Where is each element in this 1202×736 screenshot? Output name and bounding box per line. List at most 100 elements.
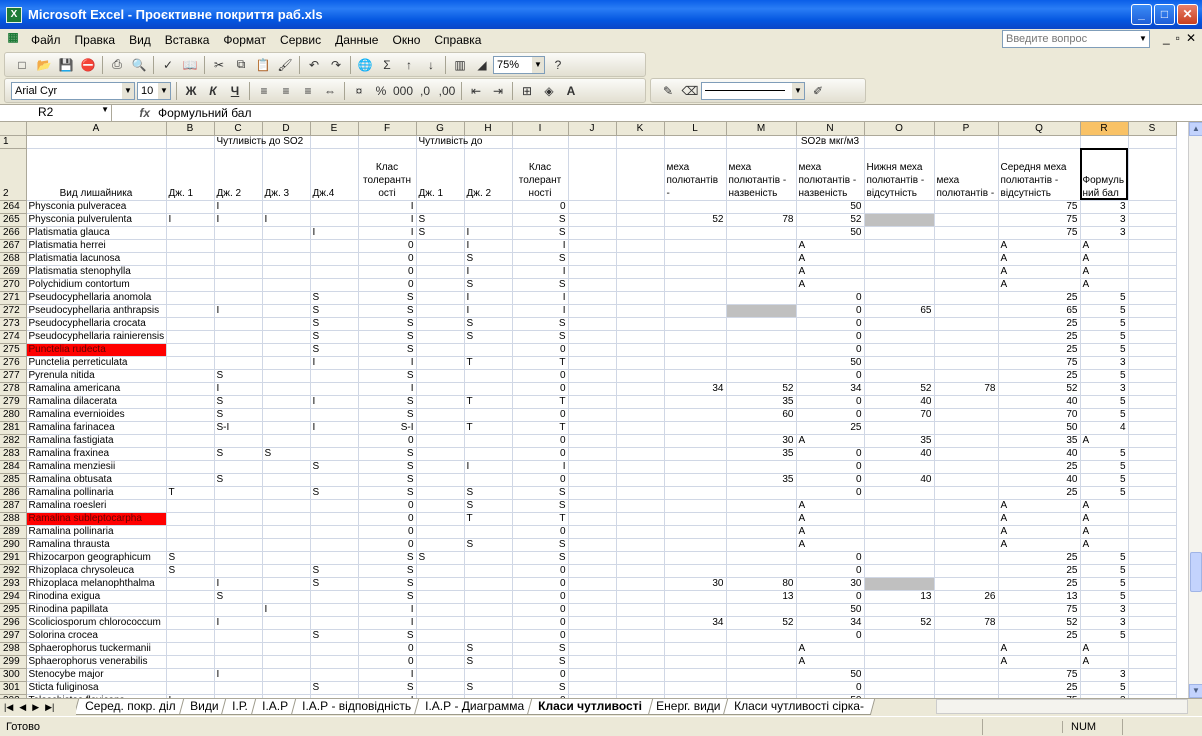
cell-F[interactable]: I — [358, 382, 417, 396]
cell-H[interactable]: T — [464, 512, 513, 526]
decrease-indent-icon[interactable]: ⇤ — [465, 81, 487, 101]
comma-style-icon[interactable]: 000 — [392, 81, 414, 101]
row-number[interactable]: 273 — [0, 317, 27, 331]
cell-Q[interactable]: 25 — [998, 330, 1081, 344]
cell-C[interactable]: I — [214, 382, 263, 396]
cell-L[interactable] — [664, 668, 727, 682]
cell-D[interactable] — [262, 434, 311, 448]
cell-D[interactable] — [262, 330, 311, 344]
cell-P[interactable] — [934, 460, 999, 474]
cell-O[interactable]: 65 — [864, 304, 935, 318]
cell-M[interactable] — [726, 681, 797, 695]
row-number[interactable]: 298 — [0, 642, 27, 656]
cell-C[interactable]: S — [214, 369, 263, 383]
cell-C[interactable]: I — [214, 213, 263, 227]
cell-L[interactable] — [664, 525, 727, 539]
cell-I[interactable]: S — [512, 486, 569, 500]
cell-D[interactable]: I — [262, 603, 311, 617]
cell-K[interactable] — [616, 317, 665, 331]
cell-H[interactable] — [464, 213, 513, 227]
cell-F[interactable]: S — [358, 343, 417, 357]
cell-I[interactable]: S — [512, 278, 569, 292]
cell-E[interactable] — [310, 473, 359, 487]
cell-C[interactable] — [214, 603, 263, 617]
cell-O[interactable] — [864, 278, 935, 292]
cell-A[interactable]: Rinodina papillata — [26, 603, 167, 617]
cell-F[interactable]: 0 — [358, 655, 417, 669]
cell-I[interactable]: 0 — [512, 369, 569, 383]
cell-K[interactable] — [616, 356, 665, 370]
borders-icon[interactable]: ⊞ — [516, 81, 538, 101]
row-number[interactable]: 288 — [0, 512, 27, 526]
cell-J[interactable] — [568, 668, 617, 682]
row-number[interactable]: 295 — [0, 603, 27, 617]
cell-J[interactable] — [568, 408, 617, 422]
row-number[interactable]: 292 — [0, 564, 27, 578]
cell-D[interactable] — [262, 252, 311, 266]
cell-L[interactable] — [664, 603, 727, 617]
cell-P[interactable] — [934, 226, 999, 240]
cell-H[interactable]: I — [464, 291, 513, 305]
row-number[interactable]: 282 — [0, 434, 27, 448]
cell-K[interactable] — [616, 421, 665, 435]
cell-N[interactable]: 0 — [796, 395, 865, 409]
cell-S[interactable] — [1128, 590, 1177, 604]
cell-J[interactable] — [568, 252, 617, 266]
cell-J[interactable] — [568, 278, 617, 292]
cell-R[interactable]: 3 — [1080, 200, 1129, 214]
cell-J[interactable] — [568, 434, 617, 448]
cell-C[interactable] — [214, 460, 263, 474]
cell-O[interactable]: 13 — [864, 590, 935, 604]
cell-B[interactable]: S — [166, 551, 215, 565]
row-number[interactable]: 294 — [0, 590, 27, 604]
cell-G[interactable]: S — [416, 226, 465, 240]
cell-O[interactable] — [864, 681, 935, 695]
cell-J[interactable] — [568, 304, 617, 318]
cell-R[interactable]: 5 — [1080, 590, 1129, 604]
cell-J[interactable] — [568, 200, 617, 214]
cell-I[interactable]: S — [512, 499, 569, 513]
cell-O[interactable] — [864, 564, 935, 578]
cell-D[interactable] — [262, 304, 311, 318]
cell-L[interactable] — [664, 291, 727, 305]
cell-K[interactable] — [616, 265, 665, 279]
cell-G[interactable]: S — [416, 213, 465, 227]
cell-M[interactable] — [726, 330, 797, 344]
cell-M[interactable] — [726, 291, 797, 305]
cell-O[interactable]: 70 — [864, 408, 935, 422]
cell-N[interactable]: A — [796, 538, 865, 552]
cell-N[interactable]: 0 — [796, 473, 865, 487]
column-header-L[interactable]: L — [664, 122, 727, 136]
cell-B[interactable] — [166, 265, 215, 279]
cell-G[interactable] — [416, 564, 465, 578]
cell-D[interactable] — [262, 616, 311, 630]
header-cell-B[interactable]: Дж. 1 — [166, 148, 215, 201]
cell-R[interactable]: A — [1080, 655, 1129, 669]
cell-P[interactable] — [934, 564, 999, 578]
cell-K[interactable] — [616, 434, 665, 448]
cell-O[interactable] — [864, 252, 935, 266]
cell-N[interactable]: A — [796, 265, 865, 279]
cell-S[interactable] — [1128, 564, 1177, 578]
cell-Q[interactable]: 70 — [998, 408, 1081, 422]
cell-I[interactable]: 0 — [512, 525, 569, 539]
cell-K[interactable] — [616, 577, 665, 591]
menu-item-4[interactable]: Формат — [216, 30, 273, 50]
cell-I[interactable]: S — [512, 226, 569, 240]
cell-B[interactable] — [166, 291, 215, 305]
cell-B[interactable] — [166, 356, 215, 370]
help-icon[interactable]: ? — [547, 55, 569, 75]
cell-G[interactable] — [416, 538, 465, 552]
new-icon[interactable]: □ — [11, 55, 33, 75]
cell-F[interactable]: 0 — [358, 434, 417, 448]
cell-Q[interactable]: A — [998, 655, 1081, 669]
cell-K[interactable] — [616, 226, 665, 240]
cell-N[interactable]: 0 — [796, 681, 865, 695]
cell-B[interactable] — [166, 434, 215, 448]
vertical-scrollbar[interactable]: ▲ ▼ — [1188, 122, 1202, 698]
cell-F[interactable]: I — [358, 213, 417, 227]
cell-B[interactable] — [166, 252, 215, 266]
cell-P[interactable] — [934, 499, 999, 513]
cell-L[interactable] — [664, 369, 727, 383]
cell-D[interactable] — [262, 525, 311, 539]
